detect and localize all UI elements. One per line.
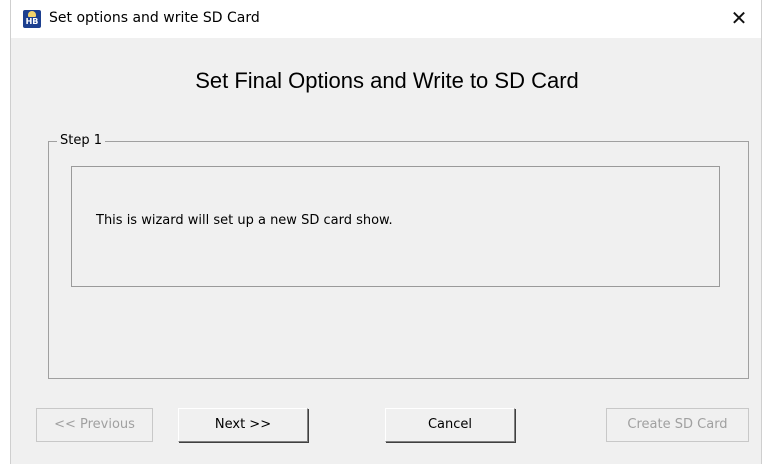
app-icon: HB [23, 10, 41, 28]
close-icon[interactable]: ✕ [717, 0, 761, 38]
next-button[interactable]: Next >> [178, 408, 308, 442]
window-title: Set options and write SD Card [49, 10, 260, 26]
page-title: Set Final Options and Write to SD Card [195, 68, 579, 93]
group-label: Step 1 [57, 133, 106, 148]
info-panel: This is wizard will set up a new SD card… [71, 166, 720, 287]
info-text: This is wizard will set up a new SD card… [96, 213, 393, 228]
step-groupbox: Step 1 This is wizard will set up a new … [48, 133, 749, 379]
cancel-button[interactable]: Cancel [385, 408, 515, 442]
previous-button[interactable]: << Previous [36, 408, 153, 442]
create-sd-card-button[interactable]: Create SD Card [606, 408, 749, 442]
dialog-window: HB Set options and write SD Card ✕ Set F… [10, 0, 762, 464]
title-bar[interactable]: HB Set options and write SD Card ✕ [11, 0, 761, 38]
